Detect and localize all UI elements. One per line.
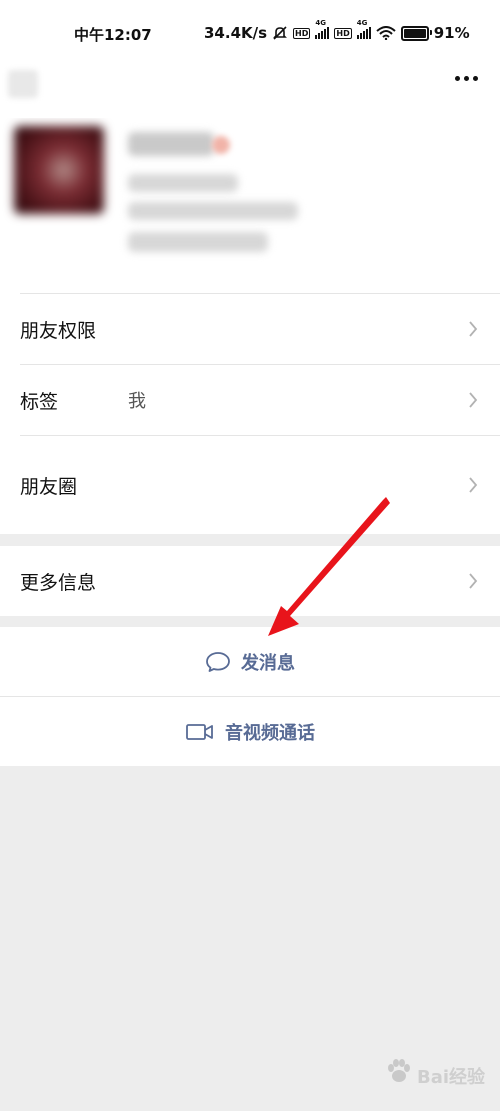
hd-badge-1: HD bbox=[293, 27, 311, 39]
menu-group-more: 更多信息 bbox=[0, 546, 500, 616]
action-group: 发消息 音视频通话 bbox=[0, 627, 500, 766]
gender-badge-blurred bbox=[212, 136, 230, 154]
baidu-watermark: Bai经验 bbox=[385, 1055, 495, 1095]
chevron-right-icon bbox=[469, 573, 478, 589]
menu-item-more-info[interactable]: 更多信息 bbox=[0, 546, 500, 616]
network-speed: 34.4K/s bbox=[204, 24, 268, 42]
menu-item-label: 更多信息 bbox=[20, 571, 97, 594]
watermark-text: Bai经验 bbox=[417, 1067, 486, 1088]
paw-logo-icon bbox=[388, 1059, 410, 1082]
send-message-label: 发消息 bbox=[241, 652, 295, 674]
send-message-button[interactable]: 发消息 bbox=[0, 627, 500, 696]
network-type-2: 4G bbox=[356, 19, 368, 27]
menu-item-tags[interactable]: 标签 我 bbox=[0, 365, 500, 435]
video-call-label: 音视频通话 bbox=[225, 722, 315, 744]
wifi-icon bbox=[376, 26, 396, 40]
mute-bell-icon bbox=[272, 25, 288, 41]
chevron-right-icon bbox=[469, 392, 478, 408]
menu-item-friend-permissions[interactable]: 朋友权限 bbox=[0, 294, 500, 364]
chevron-right-icon bbox=[469, 321, 478, 337]
top-bar bbox=[0, 68, 500, 118]
status-bar: 中午12:07 34.4K/s HD 4G HD 4G 91% bbox=[0, 0, 500, 68]
profile-line-1-blurred bbox=[128, 174, 238, 192]
menu-item-label: 朋友圈 bbox=[20, 475, 78, 498]
battery-fill bbox=[403, 28, 426, 38]
menu-item-value: 我 bbox=[128, 391, 146, 412]
status-time: 中午12:07 bbox=[74, 26, 152, 44]
more-options-icon[interactable] bbox=[455, 76, 478, 81]
back-button[interactable] bbox=[8, 70, 38, 98]
chat-bubble-icon bbox=[206, 651, 230, 672]
video-camera-icon bbox=[186, 723, 213, 740]
menu-item-label: 标签 bbox=[20, 390, 59, 413]
profile-line-3-blurred bbox=[128, 232, 268, 252]
signal-1-icon: 4G bbox=[315, 19, 330, 39]
video-call-button[interactable]: 音视频通话 bbox=[0, 697, 500, 766]
profile-line-2-blurred bbox=[128, 202, 298, 220]
status-icons: 34.4K/s HD 4G HD 4G 91% bbox=[204, 19, 470, 42]
chevron-right-icon bbox=[469, 477, 478, 493]
profile-header bbox=[0, 118, 500, 294]
battery-icon bbox=[400, 25, 432, 41]
menu-group-main: 朋友权限 标签 我 朋友圈 bbox=[0, 294, 500, 534]
menu-item-moments[interactable]: 朋友圈 bbox=[0, 436, 500, 534]
menu-item-label: 朋友权限 bbox=[20, 319, 97, 342]
signal-2-icon: 4G bbox=[356, 19, 371, 39]
hd-badge-2: HD bbox=[334, 27, 352, 39]
profile-name-blurred bbox=[128, 132, 214, 156]
network-type-1: 4G bbox=[315, 19, 327, 27]
avatar[interactable] bbox=[14, 126, 104, 214]
battery-text: 91% bbox=[433, 24, 470, 42]
